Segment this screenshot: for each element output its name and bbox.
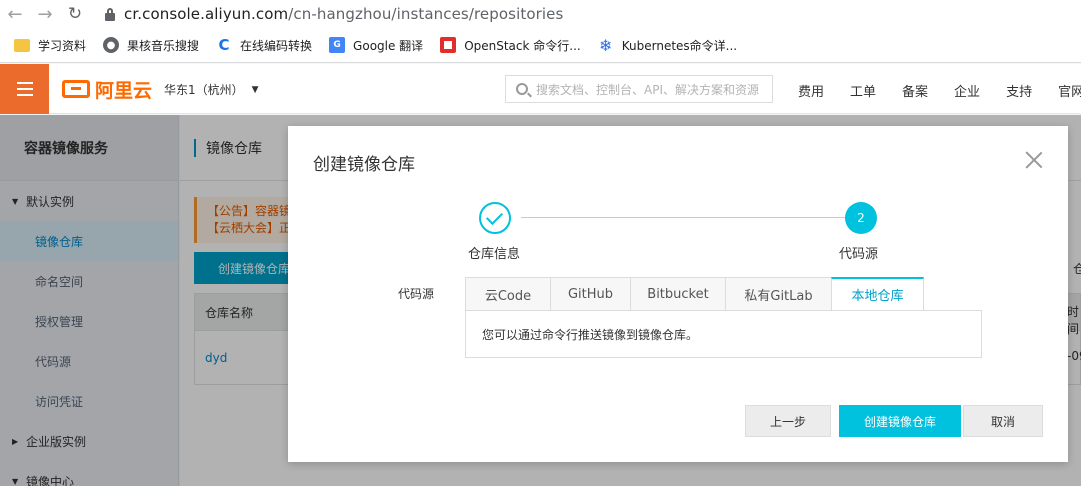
tab-local-repo[interactable]: 本地仓库 xyxy=(831,277,924,311)
lock-icon xyxy=(104,7,116,21)
forward-arrow-icon[interactable]: → xyxy=(30,0,60,28)
create-repo-dialog: 创建镜像仓库 2 仓库信息 代码源 代码源 云Code GitHub Bitbu… xyxy=(288,126,1068,462)
tab-github[interactable]: GitHub xyxy=(550,277,630,311)
bookmark-encode[interactable]: C 在线编码转换 xyxy=(216,36,313,54)
bookmark-openstack[interactable]: OpenStack 命令行... xyxy=(440,37,581,54)
bookmark-kubernetes[interactable]: ❄ Kubernetes命令详... xyxy=(598,35,738,55)
search-icon xyxy=(516,83,528,95)
bookmark-label: 学习资料 xyxy=(38,38,87,53)
url-path: /cn-hangzhou/instances/repositories xyxy=(288,5,564,23)
nav-official[interactable]: 官网 xyxy=(1058,81,1081,100)
logo-text: 阿里云 xyxy=(95,79,153,102)
bookmark-label: Kubernetes命令详... xyxy=(621,38,738,53)
step-progress: 2 仓库信息 代码源 xyxy=(288,126,1068,266)
url-field[interactable]: cr.console.aliyun.com/cn-hangzhou/instan… xyxy=(124,5,563,23)
tab-panel: 您可以通过命令行推送镜像到镜像仓库。 xyxy=(465,310,982,358)
code-source-tabs: 云Code GitHub Bitbucket 私有GitLab 本地仓库 xyxy=(465,277,924,311)
c-logo-icon: C xyxy=(218,36,230,54)
region-selector[interactable]: 华东1（杭州） ▼ xyxy=(164,81,259,98)
tab-yuncode[interactable]: 云Code xyxy=(465,277,550,311)
bookmark-label: Google 翻译 xyxy=(353,38,424,53)
code-source-label: 代码源 xyxy=(398,287,435,301)
region-label: 华东1（杭州） xyxy=(164,83,244,97)
browser-address-bar: ← → ↻ cr.console.aliyun.com/cn-hangzhou/… xyxy=(0,0,1081,28)
bookmark-label: 果核音乐搜搜 xyxy=(127,38,200,53)
reload-icon[interactable]: ↻ xyxy=(60,0,90,28)
bookmark-translate[interactable]: G Google 翻译 xyxy=(329,37,423,54)
bookmark-label: OpenStack 命令行... xyxy=(464,38,581,53)
back-arrow-icon[interactable]: ← xyxy=(0,0,30,28)
search-placeholder: 搜索文档、控制台、API、解决方案和资源 xyxy=(536,82,759,97)
nav-icp[interactable]: 备案 xyxy=(902,81,928,100)
bookmarks-bar: 学习资料 ● 果核音乐搜搜 C 在线编码转换 G Google 翻译 OpenStac… xyxy=(0,28,1081,63)
prev-step-button[interactable]: 上一步 xyxy=(745,405,831,437)
cancel-button[interactable]: 取消 xyxy=(963,405,1043,437)
nav-billing[interactable]: 费用 xyxy=(798,81,824,100)
console-topbar: 阿里云 华东1（杭州） ▼ 搜索文档、控制台、API、解决方案和资源 费用 工单 … xyxy=(0,64,1081,114)
step-current-indicator: 2 xyxy=(845,202,877,234)
globe-icon: ● xyxy=(103,37,120,53)
google-translate-icon: G xyxy=(329,37,346,53)
bookmark-label: 在线编码转换 xyxy=(240,38,313,53)
tab-bitbucket[interactable]: Bitbucket xyxy=(630,277,725,311)
bookmark-study[interactable]: 学习资料 xyxy=(14,37,86,54)
aliyun-logo[interactable]: 阿里云 xyxy=(62,77,153,102)
step2-label: 代码源 xyxy=(839,247,879,262)
nav-enterprise[interactable]: 企业 xyxy=(954,81,980,100)
step-complete-check-icon xyxy=(479,202,511,234)
panel-description: 您可以通过命令行推送镜像到镜像仓库。 xyxy=(482,327,699,342)
nav-support[interactable]: 支持 xyxy=(1006,81,1032,100)
tab-private-gitlab[interactable]: 私有GitLab xyxy=(725,277,831,311)
search-input[interactable]: 搜索文档、控制台、API、解决方案和资源 xyxy=(505,75,773,103)
hamburger-menu-icon[interactable] xyxy=(0,64,49,114)
nav-tickets[interactable]: 工单 xyxy=(850,81,876,100)
kubernetes-icon: ❄ xyxy=(599,35,613,55)
url-host: cr.console.aliyun.com xyxy=(124,5,289,23)
folder-icon xyxy=(14,38,30,52)
openstack-icon xyxy=(440,37,457,53)
step-connector-line xyxy=(521,217,845,218)
step1-label: 仓库信息 xyxy=(468,247,521,262)
create-repo-submit-button[interactable]: 创建镜像仓库 xyxy=(839,405,961,437)
bookmark-music[interactable]: ● 果核音乐搜搜 xyxy=(103,37,199,54)
caret-down-icon: ▼ xyxy=(251,84,259,95)
top-nav: 费用 工单 备案 企业 支持 官网 xyxy=(798,81,1081,100)
aliyun-logo-mark-icon xyxy=(62,80,90,98)
